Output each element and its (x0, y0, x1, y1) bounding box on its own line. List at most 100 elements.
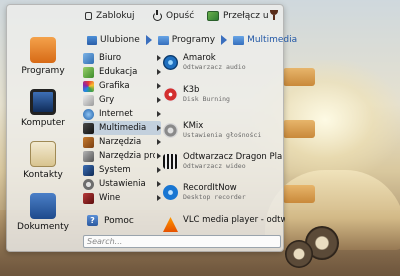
breadcrumb-label: Multimedia (247, 35, 298, 45)
lock-icon (85, 12, 92, 20)
folder-icon (157, 35, 169, 45)
category-utilities[interactable]: Narzędzia (83, 135, 161, 149)
submenu-arrow-icon (157, 125, 161, 131)
app-name: Amarok (183, 53, 216, 63)
switch-user-button[interactable]: Przełącz u (207, 11, 269, 21)
lock-label: Zablokuj (96, 11, 135, 21)
documents-icon (30, 193, 56, 219)
category-education[interactable]: Edukacja (83, 65, 161, 79)
applications-folder-icon (30, 37, 56, 63)
help-label: Pomoc (104, 215, 134, 226)
amarok-icon (163, 55, 178, 70)
search-input[interactable]: Search... (83, 235, 281, 248)
app-description: Odtwarzacz wideo (183, 162, 246, 170)
multimedia-icon (83, 122, 94, 134)
education-icon (83, 66, 94, 78)
games-icon (83, 94, 94, 106)
breadcrumb: Ulubione Programy Multimedia (87, 31, 297, 49)
category-internet[interactable]: Internet (83, 107, 161, 121)
app-vlc[interactable]: VLC media player - odtw (163, 215, 285, 232)
app-description: Disk Burning (183, 95, 230, 103)
category-label: Narzędzia prog (99, 151, 155, 161)
fav-computer[interactable]: Komputer (7, 89, 79, 128)
category-label: Biuro (99, 53, 122, 63)
category-multimedia[interactable]: Multimedia (83, 121, 161, 135)
breadcrumb-item-multimedia[interactable]: Multimedia (233, 35, 297, 45)
development-icon (83, 150, 94, 162)
category-label: Grafika (99, 81, 130, 91)
app-description: Desktop recorder (183, 193, 246, 201)
submenu-arrow-icon (157, 111, 161, 117)
submenu-arrow-icon (157, 97, 161, 103)
breadcrumb-item-programs[interactable]: Programy (157, 35, 216, 45)
category-label: Edukacja (99, 67, 138, 77)
breadcrumb-item-favorites[interactable]: Ulubione (87, 35, 140, 45)
app-dragon-player[interactable]: Odtwarzacz Dragon Pla Odtwarzacz wideo (163, 152, 285, 170)
help-icon: ? (87, 215, 98, 226)
fav-label: Kontakty (23, 170, 63, 180)
category-label: Wine (99, 193, 121, 203)
lock-button[interactable]: Zablokuj (85, 11, 135, 21)
application-launcher-menu: Zablokuj Opuść Przełącz u Ulubione Progr… (6, 4, 297, 252)
settings-icon (83, 178, 94, 190)
category-label: Narzędzia (99, 137, 142, 147)
folder-icon (233, 35, 245, 45)
app-recorditnow[interactable]: RecordItNow Desktop recorder (163, 183, 285, 201)
submenu-arrow-icon (157, 181, 161, 187)
category-label: System (99, 165, 131, 175)
submenu-arrow-icon (157, 195, 161, 201)
category-games[interactable]: Gry (83, 93, 161, 107)
submenu-arrow-icon (157, 139, 161, 145)
category-settings[interactable]: Ustawienia (83, 177, 161, 191)
fav-label: Komputer (21, 118, 65, 128)
power-icon (153, 9, 162, 21)
app-k3b[interactable]: K3b Disk Burning (163, 85, 285, 103)
category-label: Internet (99, 109, 133, 119)
favorites-icon (87, 35, 97, 45)
help-button[interactable]: ? Pomoc (87, 215, 134, 226)
app-kmix[interactable]: KMix Ustawienia głośności (163, 121, 285, 139)
wallpaper-wheel (285, 240, 313, 268)
category-office[interactable]: Biuro (83, 51, 161, 65)
category-wine[interactable]: Wine (83, 191, 161, 205)
internet-icon (83, 108, 94, 120)
utilities-icon (83, 136, 94, 148)
breadcrumb-arrow-icon (221, 35, 228, 45)
kmix-icon (163, 123, 178, 138)
app-name: VLC media player - odtw (183, 215, 285, 225)
app-amarok[interactable]: Amarok Odtwarzacz audio (163, 53, 285, 71)
desktop-folder-icon[interactable] (283, 68, 315, 86)
fav-label: Programy (21, 66, 65, 76)
k3b-icon (163, 87, 178, 102)
submenu-arrow-icon (157, 69, 161, 75)
category-development[interactable]: Narzędzia prog (83, 149, 161, 163)
breadcrumb-label: Programy (171, 35, 216, 45)
fav-documents[interactable]: Dokumenty (7, 193, 79, 232)
graphics-icon (83, 80, 94, 92)
switch-user-label: Przełącz u (223, 11, 269, 21)
contacts-icon (30, 141, 56, 167)
desktop-folder-icon[interactable] (283, 120, 315, 138)
app-description: Ustawienia głośności (183, 131, 262, 139)
fav-label: Dokumenty (17, 222, 69, 232)
submenu-arrow-icon (157, 167, 161, 173)
logout-button[interactable]: Opuść (153, 9, 195, 21)
desktop-folder-icon[interactable] (283, 185, 315, 203)
fav-programs[interactable]: Programy (7, 37, 79, 76)
submenu-arrow-icon (157, 153, 161, 159)
breadcrumb-label: Ulubione (100, 35, 140, 45)
wine-icon (83, 192, 94, 204)
switch-user-icon (207, 11, 219, 21)
app-name: RecordItNow (183, 183, 237, 193)
category-graphics[interactable]: Grafika (83, 79, 161, 93)
category-label: Gry (99, 95, 115, 105)
vlc-icon (163, 217, 178, 232)
launcher-top-bar: Zablokuj Opuść Przełącz u (7, 5, 285, 29)
office-icon (83, 52, 94, 64)
dragon-player-icon (163, 154, 178, 169)
logout-label: Opuść (166, 11, 195, 21)
category-system[interactable]: System (83, 163, 161, 177)
fav-contacts[interactable]: Kontakty (7, 141, 79, 180)
system-icon (83, 164, 94, 176)
glass-icon[interactable] (269, 10, 279, 20)
